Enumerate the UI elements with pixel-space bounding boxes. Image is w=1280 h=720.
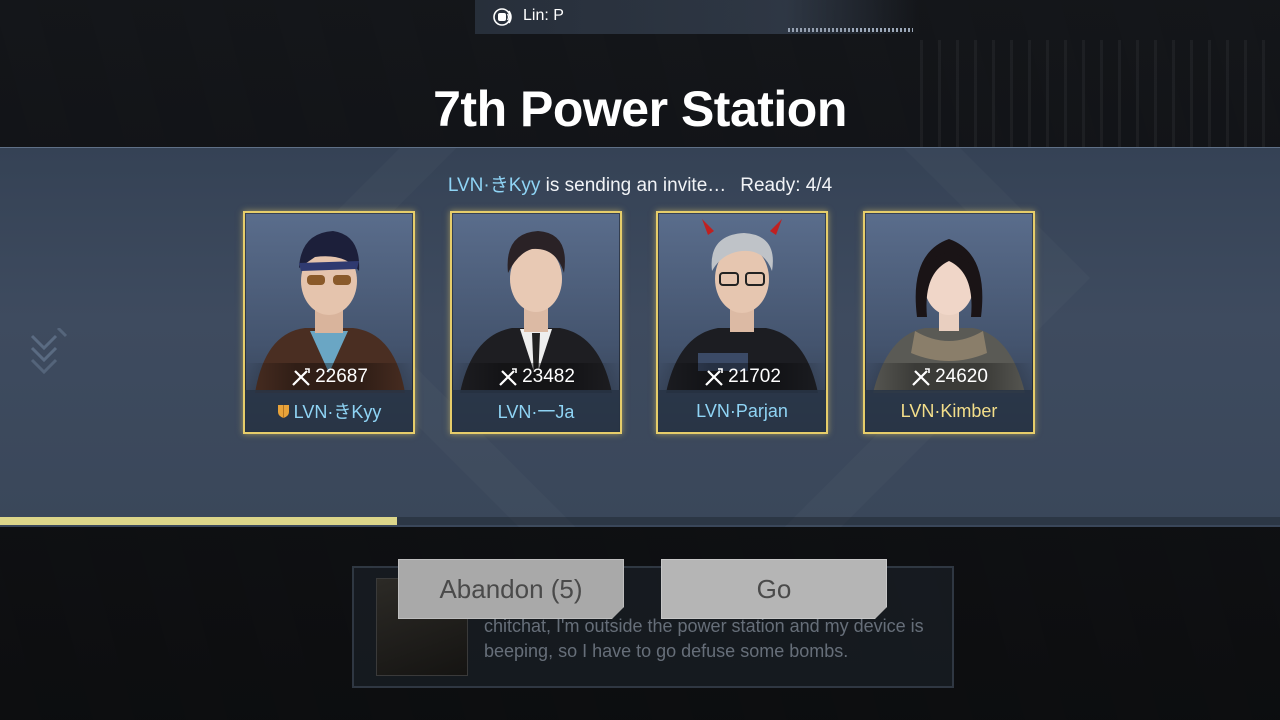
player-name-row: LVN·一Ja (452, 390, 620, 432)
inviter-name: LVN·きKyy (447, 175, 541, 196)
ready-countdown-bar (0, 517, 1280, 525)
player-card[interactable]: 24620 LVN·Kimber (863, 211, 1035, 434)
combat-power-value: 24620 (935, 366, 988, 387)
player-name: LVN·きKyy (293, 402, 382, 422)
ready-countdown-fill (0, 517, 397, 525)
player-cards: 22687 LVN·きKyy 23482 LVN·一Ja 21702 LVN·P… (243, 211, 1035, 435)
go-button[interactable]: Go (661, 559, 887, 619)
combat-power-icon (499, 368, 517, 386)
player-name: LVN·Parjan (696, 400, 788, 421)
chevron-decoration-icon (30, 328, 68, 375)
voice-chat-bar: Lin: P (475, 0, 920, 34)
player-name-row: LVN·Kimber (865, 390, 1033, 432)
combat-power-value: 23482 (522, 366, 575, 387)
abandon-button[interactable]: Abandon (5) (398, 559, 624, 619)
player-card[interactable]: 23482 LVN·一Ja (450, 211, 622, 434)
invite-status: LVN·きKyy is sending an invite… Ready: 4/4 (0, 170, 1280, 197)
voice-speaker-icon (493, 8, 512, 26)
player-card[interactable]: 21702 LVN·Parjan (656, 211, 828, 434)
player-name: LVN·一Ja (497, 402, 575, 422)
mission-title: 7th Power Station (433, 81, 847, 137)
team-leader-icon (277, 404, 289, 418)
team-ready-panel: LVN·きKyy is sending an invite… Ready: 4/4 (0, 147, 1280, 527)
power-row: 24620 (865, 363, 1033, 391)
player-name-row: LVN·きKyy (245, 390, 413, 432)
power-row: 23482 (452, 363, 620, 391)
combat-power-value: 21702 (728, 366, 781, 387)
ready-count: Ready: 4/4 (740, 175, 833, 196)
combat-power-icon (705, 368, 723, 386)
background-dialog-text: chitchat, I'm outside the power station … (484, 616, 924, 661)
power-row: 21702 (658, 363, 826, 391)
invite-text: is sending an invite… (540, 175, 727, 196)
player-name: LVN·Kimber (900, 400, 998, 421)
combat-power-value: 22687 (315, 366, 368, 387)
player-name-row: LVN·Parjan (658, 390, 826, 432)
combat-power-icon (292, 368, 310, 386)
combat-power-icon (912, 368, 930, 386)
power-row: 22687 (245, 363, 413, 391)
player-card[interactable]: 22687 LVN·きKyy (243, 211, 415, 434)
voice-speaker-name: Lin: P (523, 7, 564, 24)
voice-level-meter (788, 28, 913, 32)
